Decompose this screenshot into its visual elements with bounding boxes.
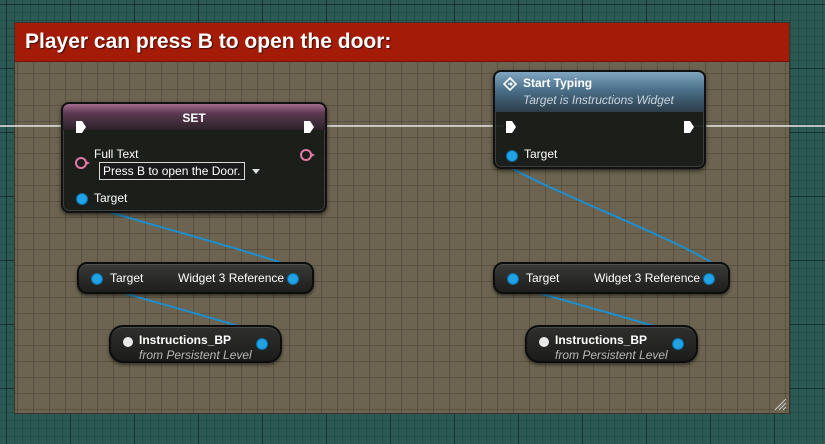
- full-text-input[interactable]: Press B to open the Door.: [99, 162, 245, 180]
- start-typing-target-label: Target: [524, 147, 558, 161]
- set-node-title: SET: [182, 111, 206, 125]
- start-typing-header[interactable]: Start Typing Target is Instructions Widg…: [495, 72, 704, 112]
- var-left-title: Instructions_BP: [139, 333, 232, 347]
- widget-ref-getter-left[interactable]: Target Widget 3 Reference: [77, 262, 314, 294]
- start-typing-target-pin-icon[interactable]: [506, 150, 518, 162]
- exec-out-pin-icon[interactable]: [303, 120, 315, 134]
- getter-left-target-label: Target: [110, 271, 144, 285]
- var-left-subtitle: from Persistent Level: [139, 348, 252, 362]
- widget-ref-getter-right[interactable]: Target Widget 3 Reference: [493, 262, 730, 294]
- set-node[interactable]: SET Full Text Press B to open the Door. …: [61, 102, 327, 213]
- set-target-pin-icon[interactable]: [76, 193, 88, 205]
- comment-title[interactable]: Player can press B to open the door:: [25, 30, 391, 54]
- getter-right-target-pin-icon[interactable]: [507, 273, 519, 285]
- var-left-output-pin-icon[interactable]: [256, 338, 268, 350]
- getter-left-output-pin-icon[interactable]: [287, 273, 299, 285]
- instructions-bp-var-left[interactable]: Instructions_BP from Persistent Level: [109, 325, 282, 363]
- var-right-bullet-icon: [539, 337, 549, 347]
- instructions-bp-var-right[interactable]: Instructions_BP from Persistent Level: [525, 325, 698, 363]
- set-target-label: Target: [94, 191, 128, 205]
- getter-right-output-label: Widget 3 Reference: [594, 271, 701, 285]
- getter-left-output-label: Widget 3 Reference: [178, 271, 285, 285]
- start-typing-subtitle: Target is Instructions Widget: [523, 93, 674, 107]
- getter-right-output-pin-icon[interactable]: [703, 273, 715, 285]
- getter-right-target-label: Target: [526, 271, 560, 285]
- set-node-header[interactable]: SET: [63, 104, 325, 130]
- var-right-subtitle: from Persistent Level: [555, 348, 668, 362]
- start-typing-exec-out-icon[interactable]: [683, 120, 695, 134]
- var-right-output-pin-icon[interactable]: [672, 338, 684, 350]
- function-icon: [503, 77, 517, 91]
- var-left-bullet-icon: [123, 337, 133, 347]
- getter-left-target-pin-icon[interactable]: [91, 273, 103, 285]
- var-right-title: Instructions_BP: [555, 333, 648, 347]
- start-typing-node[interactable]: Start Typing Target is Instructions Widg…: [493, 70, 706, 169]
- full-text-dropdown-icon[interactable]: [252, 169, 260, 174]
- start-typing-title: Start Typing: [523, 76, 593, 90]
- exec-in-pin-icon[interactable]: [75, 120, 87, 134]
- start-typing-exec-in-icon[interactable]: [505, 120, 517, 134]
- full-text-in-pin-icon[interactable]: [75, 157, 90, 169]
- full-text-out-pin-icon[interactable]: [300, 149, 315, 161]
- resize-grip-icon[interactable]: [773, 397, 787, 411]
- comment-header[interactable]: Player can press B to open the door:: [15, 23, 789, 62]
- full-text-label: Full Text: [94, 147, 139, 161]
